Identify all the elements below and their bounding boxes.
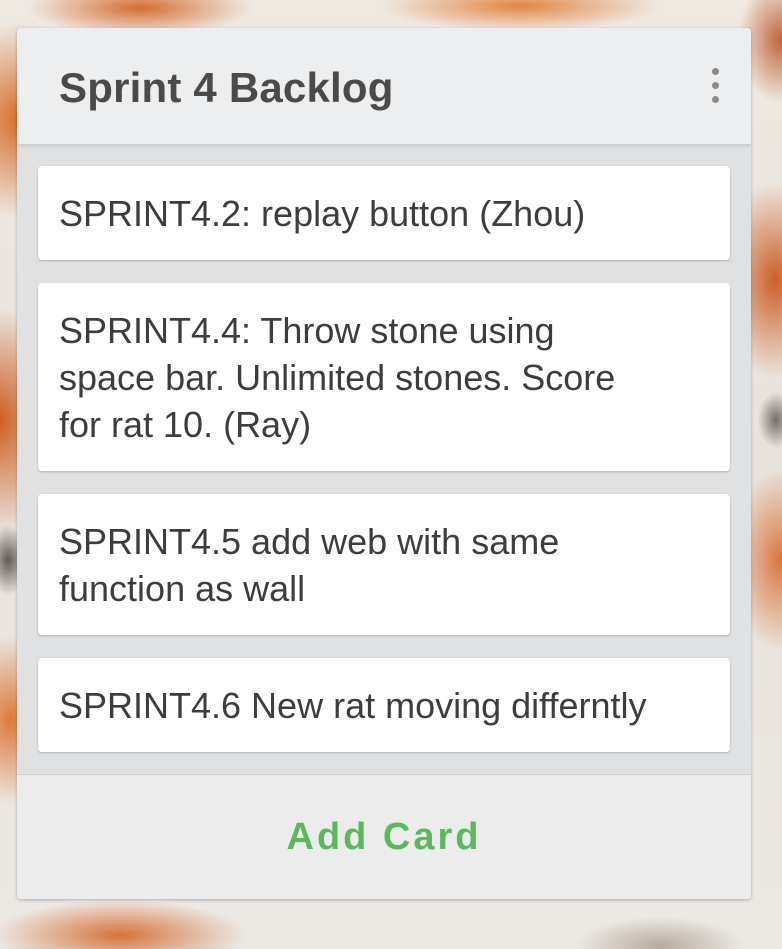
more-options-button[interactable] (703, 64, 727, 108)
card[interactable]: SPRINT4.4: Throw stone using space bar. … (38, 283, 730, 471)
list-header: Sprint 4 Backlog (17, 28, 751, 145)
card[interactable]: SPRINT4.6 New rat moving differntly (38, 658, 730, 752)
card-text: SPRINT4.6 New rat moving differntly (59, 685, 647, 726)
add-card-button[interactable]: Add Card (17, 775, 751, 899)
list-footer: Add Card (17, 774, 751, 899)
more-vertical-icon (712, 68, 719, 75)
card-text: SPRINT4.5 add web with same function as … (59, 521, 560, 609)
card-text: SPRINT4.4: Throw stone using space bar. … (59, 310, 616, 445)
backlog-list: Sprint 4 Backlog SPRINT4.2: replay butto… (17, 28, 751, 899)
card[interactable]: SPRINT4.5 add web with same function as … (38, 494, 730, 635)
card[interactable]: SPRINT4.2: replay button (Zhou) (38, 166, 730, 260)
card-text: SPRINT4.2: replay button (Zhou) (59, 193, 586, 234)
list-title: Sprint 4 Backlog (59, 64, 394, 111)
